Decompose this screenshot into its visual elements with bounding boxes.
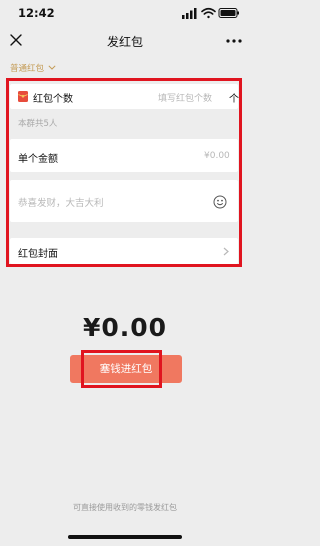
wifi-icon <box>201 7 216 19</box>
red-packet-icon <box>18 91 28 102</box>
amount-card[interactable]: 单个金额 ¥0.00 <box>10 139 238 172</box>
amount-label: 单个金额 <box>18 154 58 165</box>
total-amount: ¥0.00 <box>82 313 168 342</box>
status-icons <box>182 7 239 19</box>
count-input[interactable]: 填写红包个数 <box>158 91 212 104</box>
home-indicator <box>68 535 182 539</box>
nav-bar: 发红包 <box>0 26 250 54</box>
signal-icon <box>182 8 197 19</box>
group-member-note: 本群共5人 <box>18 119 58 129</box>
chevron-right-icon <box>223 247 229 256</box>
message-card[interactable]: 恭喜发财，大吉大利 <box>10 180 238 222</box>
packet-type-select[interactable]: 普通红包 <box>10 62 56 74</box>
footer-note: 可直接使用收到的零钱发红包 <box>73 503 177 512</box>
count-card[interactable]: 红包个数 填写红包个数 个 <box>10 84 239 109</box>
packet-type-label: 普通红包 <box>10 64 45 74</box>
cover-label: 红包封面 <box>18 249 58 260</box>
count-label: 红包个数 <box>33 94 73 105</box>
count-unit: 个 <box>229 94 239 105</box>
message-input[interactable]: 恭喜发财，大吉大利 <box>18 195 104 209</box>
status-bar: 12:42 <box>0 0 250 26</box>
highlight-frame-button <box>81 350 162 388</box>
status-time: 12:42 <box>18 6 55 20</box>
more-icon[interactable] <box>226 39 242 43</box>
chevron-down-icon <box>48 65 56 70</box>
cover-card[interactable]: 红包封面 <box>10 238 238 264</box>
battery-icon <box>218 8 239 18</box>
emoji-icon[interactable] <box>213 195 227 209</box>
page-title: 发红包 <box>106 35 143 49</box>
amount-input[interactable]: ¥0.00 <box>204 151 230 161</box>
